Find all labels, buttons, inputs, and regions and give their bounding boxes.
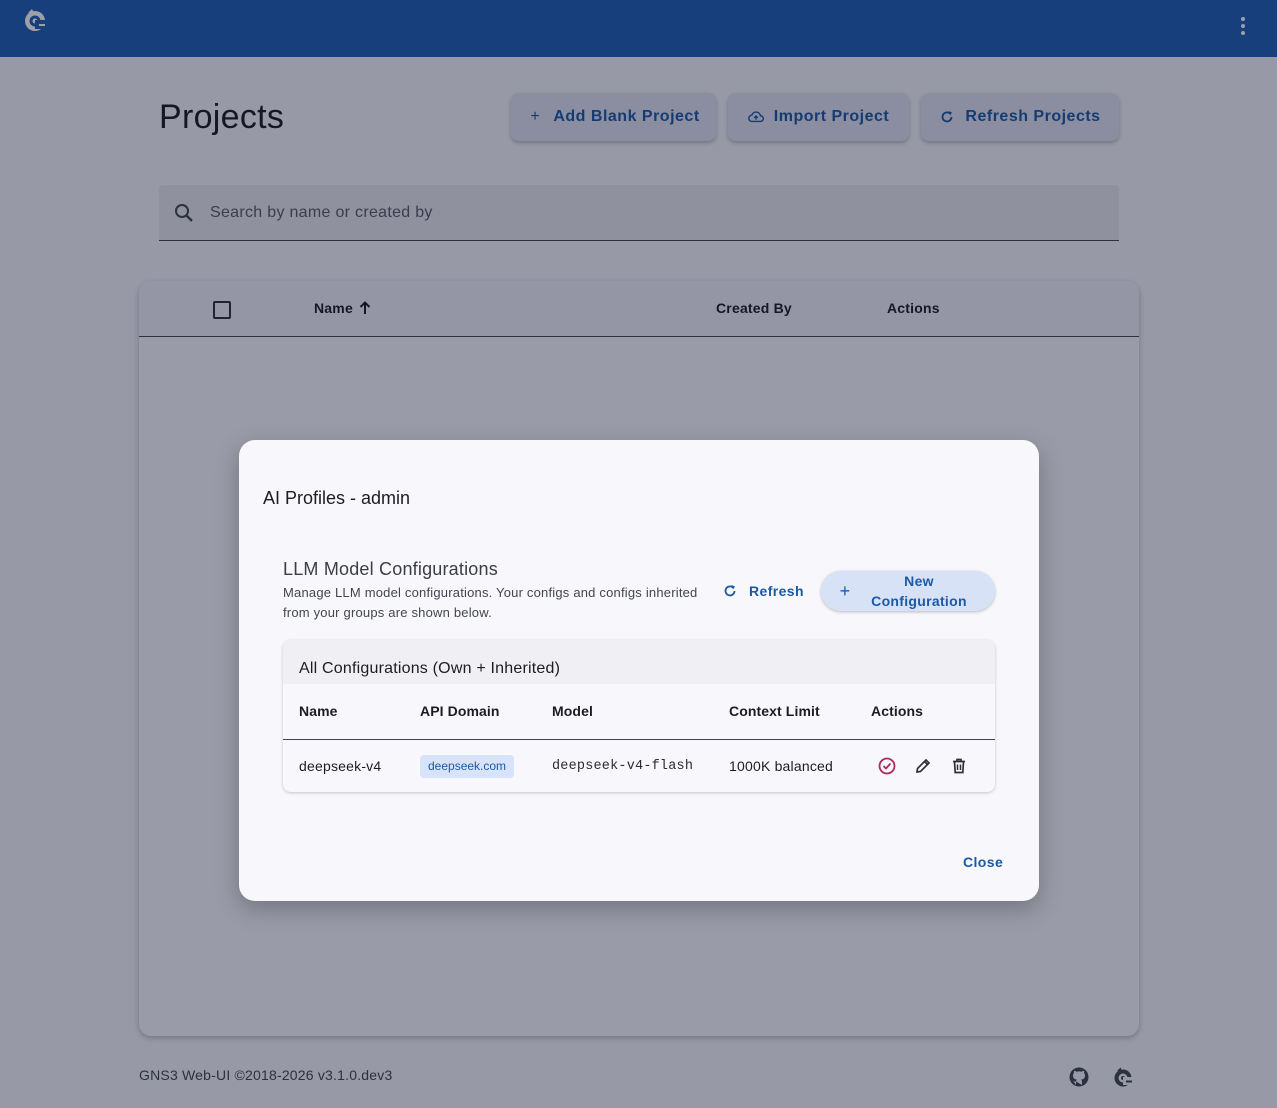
col-actions-header: Actions bbox=[871, 703, 924, 719]
new-configuration-label: New Configuration bbox=[871, 573, 967, 609]
plus-icon: + bbox=[839, 580, 851, 601]
pencil-icon[interactable] bbox=[913, 756, 933, 776]
configurations-card-title: All Configurations (Own + Inherited) bbox=[299, 660, 561, 677]
section-title: LLM Model Configurations bbox=[283, 559, 498, 579]
config-context-limit: 1000K balanced bbox=[729, 758, 833, 774]
section-description: Manage LLM model configurations. Your co… bbox=[283, 585, 698, 620]
new-configuration-button[interactable]: + New Configuration bbox=[821, 571, 995, 611]
dialog-title: AI Profiles - admin bbox=[263, 488, 411, 508]
check-circle-icon[interactable] bbox=[877, 756, 897, 776]
refresh-configs-label: Refresh bbox=[749, 583, 804, 599]
col-name-header: Name bbox=[299, 703, 338, 719]
header-divider bbox=[283, 739, 995, 740]
ai-profiles-dialog: AI Profiles - admin LLM Model Configurat… bbox=[239, 440, 1039, 901]
refresh-icon bbox=[724, 585, 736, 597]
config-model: deepseek-v4-flash bbox=[552, 759, 694, 774]
api-domain-chip: deepseek.com bbox=[420, 755, 515, 778]
config-name: deepseek-v4 bbox=[299, 758, 382, 774]
col-model-header: Model bbox=[552, 703, 593, 719]
col-context-limit-header: Context Limit bbox=[729, 703, 820, 719]
close-button[interactable]: Close bbox=[957, 852, 1009, 872]
configurations-card: All Configurations (Own + Inherited) Nam… bbox=[283, 640, 995, 792]
trash-icon[interactable] bbox=[949, 756, 969, 776]
refresh-configs-button[interactable]: Refresh bbox=[717, 576, 810, 606]
col-api-domain-header: API Domain bbox=[420, 703, 500, 719]
